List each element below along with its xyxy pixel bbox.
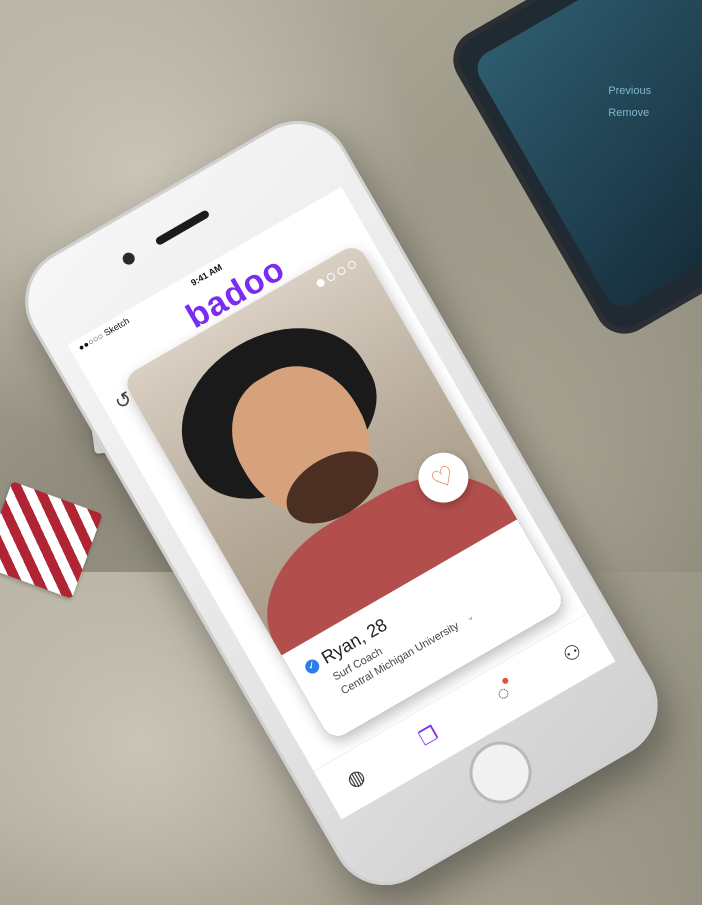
previous-menu-item: Previous [608, 84, 652, 97]
chat-bubble-icon[interactable]: ◌ [486, 676, 522, 712]
photo-dot [346, 259, 358, 271]
background-phone-menu: Previous Remove [608, 80, 651, 124]
speaker [154, 209, 211, 247]
front-camera [120, 250, 137, 267]
heart-like-icon: ♡ [425, 458, 461, 497]
notification-badge [501, 676, 510, 686]
app-screen: ●●○○○ Sketch 9:41 AM badoo ↺ ♡ ✓ Ryan, 2 [67, 186, 616, 820]
chevron-down-icon[interactable]: ⌄ [464, 611, 477, 625]
remove-menu-item: Remove [608, 106, 650, 119]
photo-dot [325, 271, 337, 283]
profile-icon[interactable]: ⚇ [555, 636, 591, 672]
encounters-cards-icon[interactable]: ❐ [411, 719, 447, 755]
phone-body: ●●○○○ Sketch 9:41 AM badoo ↺ ♡ ✓ Ryan, 2 [5, 101, 678, 905]
verified-check-icon: ✓ [302, 656, 322, 677]
globe-icon[interactable]: ◍ [338, 761, 374, 797]
sim-card-striped [0, 481, 103, 599]
photo-dot [335, 265, 347, 277]
photo-pagination [309, 255, 360, 295]
carrier-label: ●●○○○ Sketch [76, 315, 132, 353]
photo-dot [315, 277, 327, 289]
